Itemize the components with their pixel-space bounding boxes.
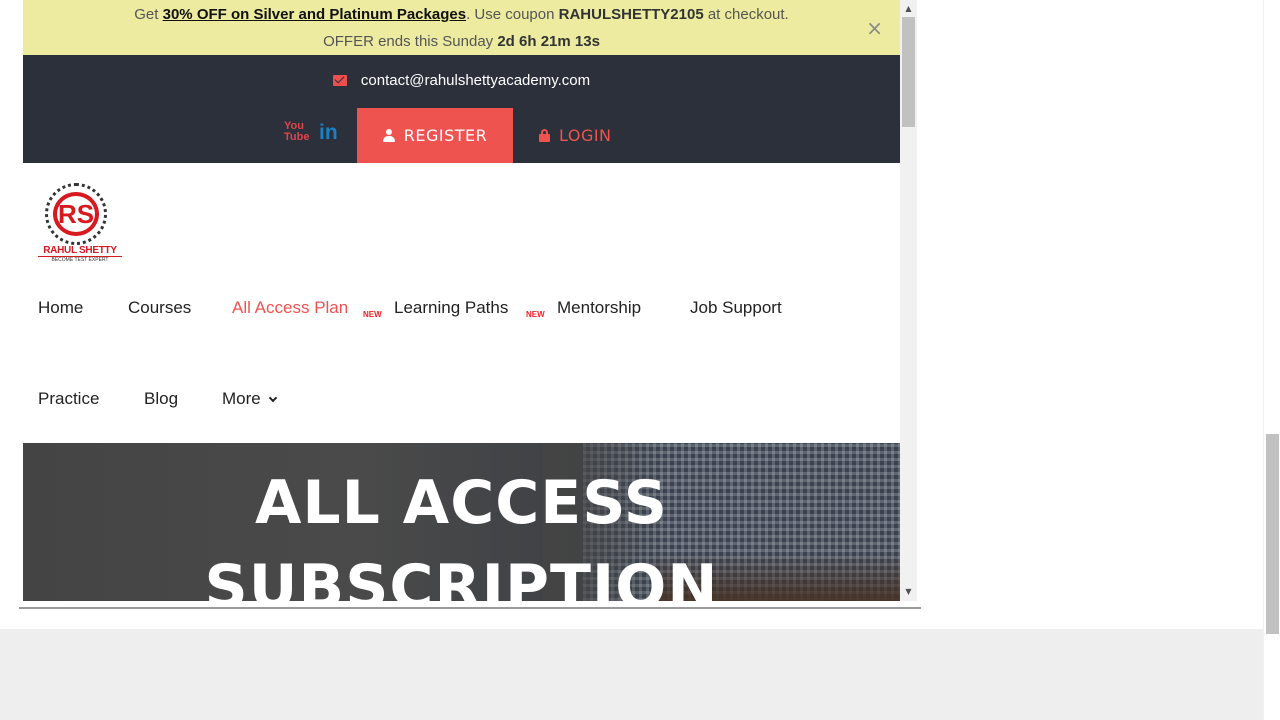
contact-email-text[interactable]: contact@rahulshettyacademy.com bbox=[361, 72, 590, 89]
hero-banner: ALL ACCESS SUBSCRIPTION bbox=[23, 443, 900, 601]
envelope-icon bbox=[332, 74, 347, 86]
promo-countdown: 2d 6h 21m 13s bbox=[497, 33, 600, 50]
nav-all-access-plan[interactable]: All Access Plan bbox=[232, 298, 348, 318]
page-scrollbar[interactable] bbox=[1263, 0, 1280, 720]
nav-home[interactable]: Home bbox=[38, 298, 83, 318]
promo-banner: Get 30% OFF on Silver and Platinum Packa… bbox=[23, 0, 900, 55]
promo-coupon-code: RAHULSHETTY2105 bbox=[558, 6, 704, 23]
iframe-content: Get 30% OFF on Silver and Platinum Packa… bbox=[23, 0, 900, 601]
scroll-up-arrow-icon[interactable]: ▲ bbox=[900, 2, 917, 16]
top-bar: contact@rahulshettyacademy.com You Tube … bbox=[23, 55, 900, 163]
logo-monogram: RS bbox=[53, 192, 99, 236]
hero-title-line1: ALL ACCESS bbox=[254, 468, 668, 538]
register-label: REGISTER bbox=[403, 126, 488, 145]
promo-ends-text: OFFER ends this Sunday bbox=[323, 33, 498, 50]
promo-suffix: at checkout. bbox=[703, 6, 789, 23]
lock-icon bbox=[539, 129, 550, 142]
login-button[interactable]: LOGIN bbox=[539, 108, 619, 163]
contact-email[interactable]: contact@rahulshettyacademy.com bbox=[23, 72, 900, 89]
youtube-icon[interactable]: You Tube bbox=[284, 121, 309, 145]
new-badge: NEW bbox=[526, 310, 545, 319]
nav-learning-paths[interactable]: Learning Paths bbox=[394, 298, 508, 318]
new-badge: NEW bbox=[363, 310, 382, 319]
promo-line-countdown: OFFER ends this Sunday 2d 6h 21m 13s bbox=[23, 33, 900, 50]
page-background-lower bbox=[0, 629, 1263, 720]
user-icon bbox=[382, 129, 395, 142]
iframe-scrollbar[interactable]: ▲ ▼ bbox=[900, 0, 917, 601]
nav-mentorship[interactable]: Mentorship bbox=[557, 298, 641, 318]
login-label: LOGIN bbox=[559, 126, 612, 145]
site-logo[interactable]: RS RAHUL SHETTY BECOME TEST EXPERT bbox=[36, 182, 122, 264]
chevron-down-icon bbox=[268, 393, 277, 403]
logo-tagline: BECOME TEST EXPERT bbox=[38, 256, 122, 263]
nav-courses[interactable]: Courses bbox=[128, 298, 191, 318]
nav-more[interactable]: More bbox=[222, 389, 277, 409]
promo-prefix: Get bbox=[134, 6, 163, 23]
linkedin-icon[interactable]: in bbox=[319, 122, 341, 144]
nav-practice[interactable]: Practice bbox=[38, 389, 99, 409]
iframe-scrollbar-thumb[interactable] bbox=[902, 17, 915, 127]
close-icon[interactable]: × bbox=[866, 16, 883, 40]
register-button[interactable]: REGISTER bbox=[357, 108, 513, 163]
nav-blog[interactable]: Blog bbox=[144, 389, 178, 409]
hero-title: ALL ACCESS SUBSCRIPTION bbox=[23, 461, 900, 601]
nav-more-label: More bbox=[222, 389, 261, 408]
page-scrollbar-thumb[interactable] bbox=[1266, 434, 1279, 634]
logo-name: RAHUL SHETTY bbox=[43, 245, 117, 256]
embedded-iframe: Get 30% OFF on Silver and Platinum Packa… bbox=[19, 0, 921, 609]
hero-title-line2: SUBSCRIPTION bbox=[204, 552, 719, 601]
scroll-down-arrow-icon[interactable]: ▼ bbox=[900, 585, 917, 599]
promo-offer-link[interactable]: 30% OFF on Silver and Platinum Packages bbox=[163, 6, 466, 23]
nav-job-support[interactable]: Job Support bbox=[690, 298, 782, 318]
promo-line-offer: Get 30% OFF on Silver and Platinum Packa… bbox=[23, 6, 900, 23]
promo-coupon-text: . Use coupon bbox=[466, 6, 559, 23]
